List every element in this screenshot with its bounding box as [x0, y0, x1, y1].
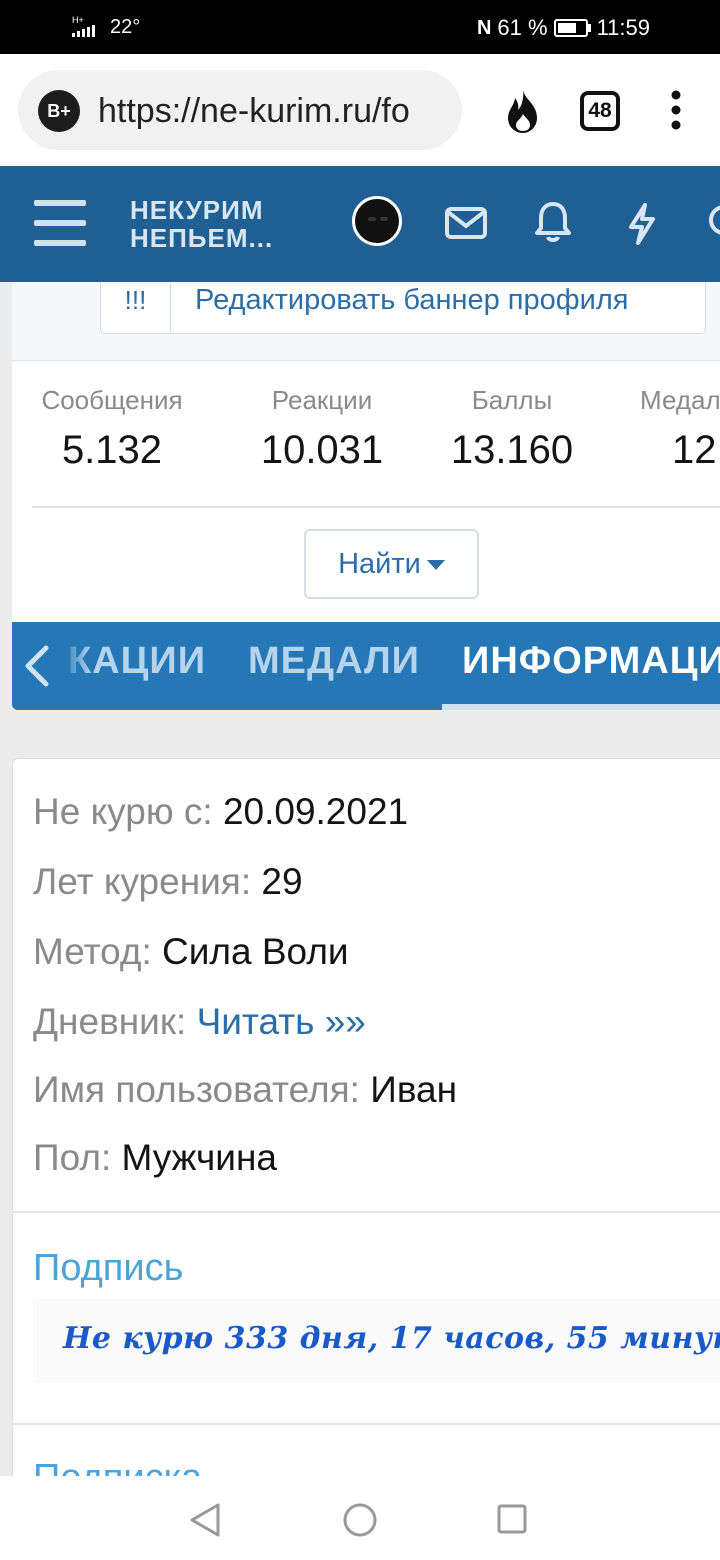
info-row-username: Имя пользователя: Иван	[33, 1069, 458, 1110]
caret-down-icon	[426, 560, 445, 571]
url-text[interactable]: https://ne-kurim.ru/fo	[98, 92, 410, 131]
tab-scroll-left[interactable]	[12, 622, 92, 710]
signature-text: Не курю 333 дня, 17 часов, 55 минут	[63, 1321, 720, 1356]
browser-toolbar: B+ https://ne-kurim.ru/fo 48	[0, 54, 720, 166]
tab-information[interactable]: ИНФОРМАЦИ	[462, 640, 720, 683]
fire-icon[interactable]	[503, 88, 543, 139]
divider	[32, 506, 720, 508]
signature-box: Не курю 333 дня, 17 часов, 55 минут	[33, 1299, 720, 1383]
site-logo[interactable]: НЕКУРИМ НЕПЬЕМ...	[130, 196, 273, 252]
stat-medals[interactable]: Медали 12	[640, 385, 720, 473]
battery-icon	[553, 19, 588, 37]
tabs-icon[interactable]: 48	[580, 91, 620, 131]
banner-marker: !!!	[101, 282, 171, 333]
signal-icon: H+	[72, 16, 98, 39]
clock: 11:59	[596, 15, 650, 40]
mail-icon[interactable]	[444, 206, 488, 245]
edit-banner-button[interactable]: !!! Редактировать баннер профиля	[100, 282, 706, 334]
lightning-icon[interactable]	[626, 202, 658, 251]
info-row-gender: Пол: Мужчина	[33, 1137, 277, 1178]
tab-medals[interactable]: МЕДАЛИ	[248, 640, 420, 683]
temperature-text: 22°	[110, 16, 141, 38]
divider	[13, 1211, 720, 1213]
status-right: N 61 % 11:59	[477, 15, 650, 41]
search-icon[interactable]	[704, 204, 720, 249]
stat-points[interactable]: Баллы 13.160	[432, 385, 592, 473]
profile-header: !!! Редактировать баннер профиля	[12, 282, 720, 360]
active-tab-indicator	[442, 704, 720, 710]
battery-percent: 61 %	[497, 15, 548, 40]
status-bar: H+ 22° N 61 % 11:59	[0, 0, 720, 54]
home-icon[interactable]	[342, 1502, 378, 1538]
profile-stats: Сообщения 5.132 Реакции 10.031 Баллы 13.…	[12, 360, 720, 622]
bell-icon[interactable]	[534, 200, 572, 249]
divider	[13, 1423, 720, 1425]
profile-tabs: КАЦИИ МЕДАЛИ ИНФОРМАЦИ	[12, 622, 720, 710]
system-nav-bar	[0, 1476, 720, 1560]
info-row-smoking-years: Лет курения: 29	[33, 861, 303, 902]
find-button[interactable]: Найти	[304, 529, 479, 599]
recents-icon[interactable]	[496, 1503, 528, 1535]
signature-title: Подпись	[33, 1247, 184, 1289]
menu-icon[interactable]	[34, 200, 86, 248]
info-row-method: Метод: Сила Воли	[33, 931, 349, 972]
vpn-badge-icon[interactable]: B+	[38, 90, 80, 132]
diary-read-link[interactable]: Читать »»	[197, 1001, 366, 1042]
subscription-title: Подписка	[33, 1457, 203, 1478]
stat-reactions[interactable]: Реакции 10.031	[242, 385, 402, 473]
stat-messages[interactable]: Сообщения 5.132	[32, 385, 192, 473]
info-row-diary: Дневник: Читать »»	[33, 1001, 366, 1042]
site-header: НЕКУРИМ НЕПЬЕМ...	[0, 166, 720, 282]
info-card: Не курю с: 20.09.2021 Лет курения: 29 Ме…	[12, 758, 720, 1478]
edit-banner-label: Редактировать баннер профиля	[195, 284, 629, 316]
address-bar[interactable]: B+ https://ne-kurim.ru/fo	[18, 70, 462, 150]
avatar[interactable]	[352, 196, 402, 246]
info-row-quit-date: Не курю с: 20.09.2021	[33, 791, 409, 832]
nfc-icon: N	[476, 16, 492, 39]
more-vert-icon[interactable]	[670, 90, 682, 135]
back-icon[interactable]	[188, 1502, 222, 1538]
